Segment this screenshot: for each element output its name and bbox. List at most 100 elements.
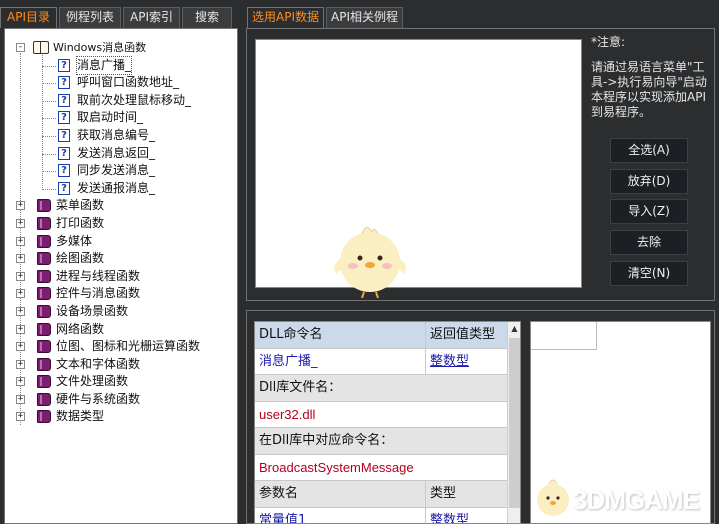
tree-category-label: 硬件与系统函数 <box>56 391 141 406</box>
tree-category[interactable]: + 硬件与系统函数 <box>5 391 237 409</box>
tree-category[interactable]: + 网络函数 <box>5 321 237 339</box>
tree-node-function[interactable]: ? 取前次处理鼠标移动_ <box>5 92 237 110</box>
tab-api-catalog[interactable]: API目录 <box>0 7 57 28</box>
tree-category-label: 菜单函数 <box>56 198 105 213</box>
tree-category[interactable]: + 设备场景函数 <box>5 303 237 321</box>
dll-library-label: Dll库文件名： <box>259 380 342 395</box>
tree-category-label: 多媒体 <box>56 233 93 248</box>
param-type-link[interactable]: 整数型 <box>425 507 507 523</box>
grid-header-row: DLL命令名 返回值类型 <box>255 322 507 349</box>
expand-icon[interactable]: + <box>16 412 25 422</box>
expand-icon[interactable]: + <box>16 342 25 352</box>
book-icon <box>37 304 51 318</box>
tree-category-label: 位图、图标和光栅运算函数 <box>56 339 201 354</box>
tree-category-label: 网络函数 <box>56 321 105 336</box>
expand-icon[interactable]: + <box>16 218 25 228</box>
header-dll-command-name: DLL命令名 <box>259 327 323 342</box>
tab-example-list[interactable]: 例程列表 <box>59 7 122 28</box>
help-doc-icon: ? <box>58 76 70 90</box>
scroll-up-icon[interactable]: ▲ <box>508 322 520 336</box>
api-tree: - Windows消息函数 ? 消息广播_ ? 呼叫窗口函数地址_ ? 取前次处… <box>5 39 237 426</box>
expand-icon[interactable]: + <box>16 306 25 316</box>
dll-command-value[interactable]: BroadcastSystemMessage <box>255 455 507 481</box>
book-icon <box>37 375 51 389</box>
tree-category[interactable]: + 绘图函数 <box>5 250 237 268</box>
tree-category[interactable]: + 打印函数 <box>5 215 237 233</box>
preview-inner-box <box>531 322 597 350</box>
tree-node-function[interactable]: ? 消息广播_ <box>5 55 237 76</box>
tab-selected-api-data[interactable]: 选用API数据 <box>247 7 324 28</box>
import-button[interactable]: 导入(Z) <box>610 199 688 224</box>
book-icon <box>37 410 51 424</box>
book-icon <box>37 340 51 354</box>
tree-category[interactable]: + 位图、图标和光栅运算函数 <box>5 338 237 356</box>
tree-node-function[interactable]: ? 呼叫窗口函数地址_ <box>5 74 237 92</box>
dll-library-value[interactable]: user32.dll <box>255 402 507 428</box>
expand-icon[interactable]: + <box>16 377 25 387</box>
help-doc-icon: ? <box>58 58 70 72</box>
help-doc-icon: ? <box>58 111 70 125</box>
expand-icon[interactable]: + <box>16 254 25 264</box>
grid-row-lib-value[interactable]: user32.dll <box>255 401 507 428</box>
tree-node-label: Windows消息函数 <box>53 41 147 54</box>
tree-category[interactable]: + 多媒体 <box>5 233 237 251</box>
grid-row-command[interactable]: 消息广播_ 整数型 <box>255 348 507 375</box>
tab-search[interactable]: 搜索 <box>182 7 233 28</box>
tree-category[interactable]: + 数据类型 <box>5 408 237 426</box>
discard-button[interactable]: 放弃(D) <box>610 169 688 194</box>
tree-node-function[interactable]: ? 发送通报消息_ <box>5 180 237 198</box>
selected-api-list[interactable] <box>255 39 582 288</box>
tree-node-root[interactable]: - Windows消息函数 <box>5 39 237 57</box>
book-icon <box>37 269 51 283</box>
tree-node-function[interactable]: ? 获取消息编号_ <box>5 127 237 145</box>
book-icon <box>37 216 51 230</box>
note-body: 请通过易语言菜单"工具->执行易向导"启动本程序以实现添加API到易程序。 <box>591 60 707 119</box>
expand-icon[interactable]: + <box>16 236 25 246</box>
clear-button[interactable]: 清空(N) <box>610 261 688 286</box>
note-box: *注意: 请通过易语言菜单"工具->执行易向导"启动本程序以实现添加API到易程… <box>591 35 709 120</box>
return-type-link[interactable]: 整数型 <box>425 348 507 374</box>
tree-node-label: 发送消息返回_ <box>77 145 156 160</box>
tab-api-index[interactable]: API索引 <box>123 7 181 28</box>
book-icon <box>37 392 51 406</box>
tree-category-label: 绘图函数 <box>56 251 105 266</box>
expand-icon[interactable]: + <box>16 394 25 404</box>
param-name-value[interactable]: 常量值1 <box>255 508 425 524</box>
expand-icon[interactable]: + <box>16 359 25 369</box>
tree-category[interactable]: + 文本和字体函数 <box>5 356 237 374</box>
help-doc-icon: ? <box>58 93 70 107</box>
expand-icon[interactable]: + <box>16 324 25 334</box>
book-icon <box>37 252 51 266</box>
tree-category[interactable]: + 进程与线程函数 <box>5 268 237 286</box>
grid-row-cmd-label: 在Dll库中对应命令名： <box>255 428 507 455</box>
header-param-name: 参数名 <box>259 486 299 501</box>
tree-node-function[interactable]: ? 同步发送消息_ <box>5 162 237 180</box>
mascot-chick-icon <box>334 227 406 298</box>
grid-param-header-row: 参数名 类型 <box>255 481 507 508</box>
help-doc-icon: ? <box>58 164 70 178</box>
collapse-icon[interactable]: - <box>16 43 25 52</box>
tab-api-related-examples[interactable]: API相关例程 <box>326 7 403 28</box>
scrollbar-thumb[interactable] <box>509 338 520 508</box>
left-tab-bar: API目录 例程列表 API索引 搜索 <box>0 7 240 28</box>
tree-category[interactable]: + 控件与消息函数 <box>5 285 237 303</box>
tree-category-label: 文件处理函数 <box>56 374 129 389</box>
tree-category[interactable]: + 文件处理函数 <box>5 373 237 391</box>
tree-node-label: 获取消息编号_ <box>77 127 156 142</box>
expand-icon[interactable]: + <box>16 271 25 281</box>
tree-node-function[interactable]: ? 取启动时间_ <box>5 109 237 127</box>
tree-category-label: 控件与消息函数 <box>56 286 141 301</box>
watermark: 3DMGAME <box>533 472 717 522</box>
dll-command-name-value[interactable]: 消息广播_ <box>255 349 425 375</box>
select-all-button[interactable]: 全选(A) <box>610 138 688 163</box>
remove-button[interactable]: 去除 <box>610 230 688 255</box>
expand-icon[interactable]: + <box>16 289 25 299</box>
tree-node-label: 同步发送消息_ <box>77 163 156 178</box>
grid-row-cmd-value[interactable]: BroadcastSystemMessage <box>255 454 507 481</box>
tree-node-function[interactable]: ? 发送消息返回_ <box>5 145 237 163</box>
book-icon <box>37 234 51 248</box>
grid-row-param[interactable]: 常量值1 整数型 <box>255 507 507 524</box>
tree-category[interactable]: + 菜单函数 <box>5 197 237 215</box>
expand-icon[interactable]: + <box>16 201 25 211</box>
grid-scrollbar[interactable]: ▲ <box>507 322 520 523</box>
